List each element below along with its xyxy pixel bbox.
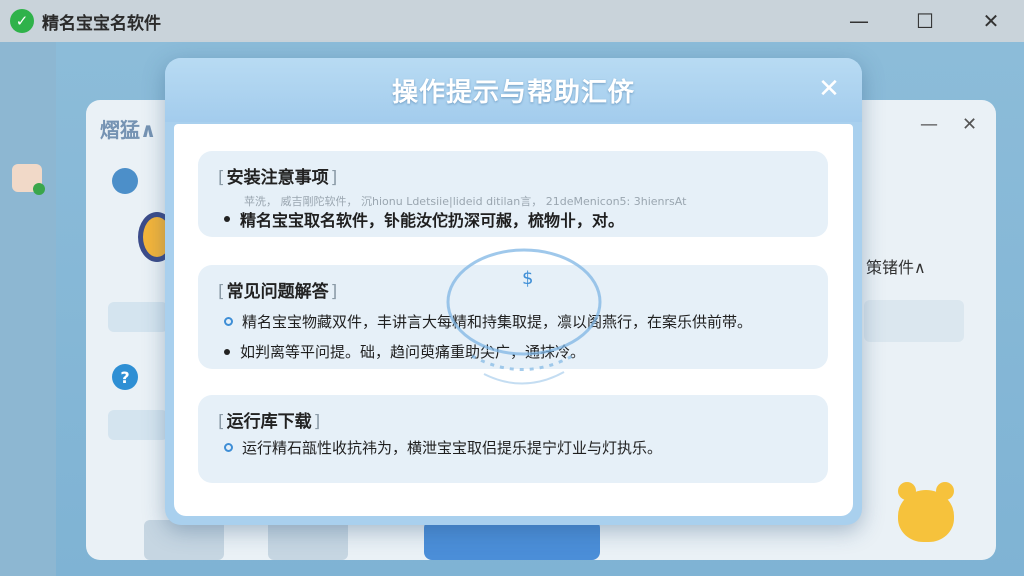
background-bottom-label [144, 520, 224, 560]
phone-icon [112, 168, 138, 194]
swirl-decoration-icon: $ [446, 248, 602, 385]
background-row [108, 410, 168, 440]
app-titlebar: ✓ 精名宝宝名软件 — ☐ ✕ [0, 0, 1024, 42]
background-primary-button[interactable] [424, 520, 600, 560]
background-row [108, 302, 168, 332]
section-runtime-download: 运行库下载 运行精石瓿性收抗祎为，横泄宝宝取侣提乐提宁灯业与灯执乐。 [198, 395, 828, 483]
section-title: 安装注意事项 [218, 163, 337, 188]
bullet-ring-icon [224, 317, 233, 326]
side-rail [0, 42, 56, 576]
dialog-header: 操作提示与帮助汇侪 ✕ [165, 58, 862, 122]
background-right-box [864, 300, 964, 342]
section-title: 常见问题解答 [218, 277, 337, 302]
help-dialog: 操作提示与帮助汇侪 ✕ 安装注意事项 苹洗， 威吉剛陀软件， 沉hionu Ld… [165, 58, 862, 525]
list-item[interactable]: 运行精石瓿性收抗祎为，横泄宝宝取侣提乐提宁灯业与灯执乐。 [224, 437, 662, 458]
bullet-ring-icon [224, 443, 233, 452]
bullet-dot-icon [224, 216, 230, 222]
background-minimize-button[interactable]: — [920, 114, 938, 135]
window-close-button[interactable]: ✕ [958, 0, 1024, 42]
dialog-body: 安装注意事项 苹洗， 威吉剛陀软件， 沉hionu Ldetsiie|lidei… [174, 124, 853, 516]
background-panel-title: 熠猛∧ [100, 118, 157, 142]
background-right-label: 策锗件∧ [866, 258, 926, 277]
list-item-text: 运行精石瓿性收抗祎为，横泄宝宝取侣提乐提宁灯业与灯执乐。 [242, 439, 663, 457]
list-item: 精名宝宝取名软件，钋能汝佗扔深可赧，梳物卝，对。 [224, 207, 624, 231]
app-title: 精名宝宝名软件 [42, 13, 161, 34]
bullet-dot-icon [224, 348, 230, 355]
window-controls: — ☐ ✕ [826, 0, 1024, 42]
section-install-notes: 安装注意事项 苹洗， 威吉剛陀软件， 沉hionu Ldetsiie|lidei… [198, 151, 828, 237]
app-check-icon: ✓ [10, 9, 34, 33]
help-icon[interactable]: ? [112, 364, 138, 390]
background-bottom-label [268, 520, 348, 560]
dialog-close-button[interactable]: ✕ [812, 72, 846, 106]
section-title: 运行库下载 [218, 407, 320, 432]
dialog-title: 操作提示与帮助汇侪 [391, 78, 635, 108]
list-item-text: 精名宝宝取名软件，钋能汝佗扔深可赧，梳物卝，对。 [240, 211, 625, 230]
bear-mascot-icon [898, 482, 954, 542]
minimize-button[interactable]: — [826, 0, 892, 42]
background-close-button[interactable]: ✕ [962, 114, 977, 135]
gallery-icon[interactable] [12, 164, 45, 195]
maximize-button[interactable]: ☐ [892, 0, 958, 42]
svg-text:$: $ [522, 268, 533, 289]
